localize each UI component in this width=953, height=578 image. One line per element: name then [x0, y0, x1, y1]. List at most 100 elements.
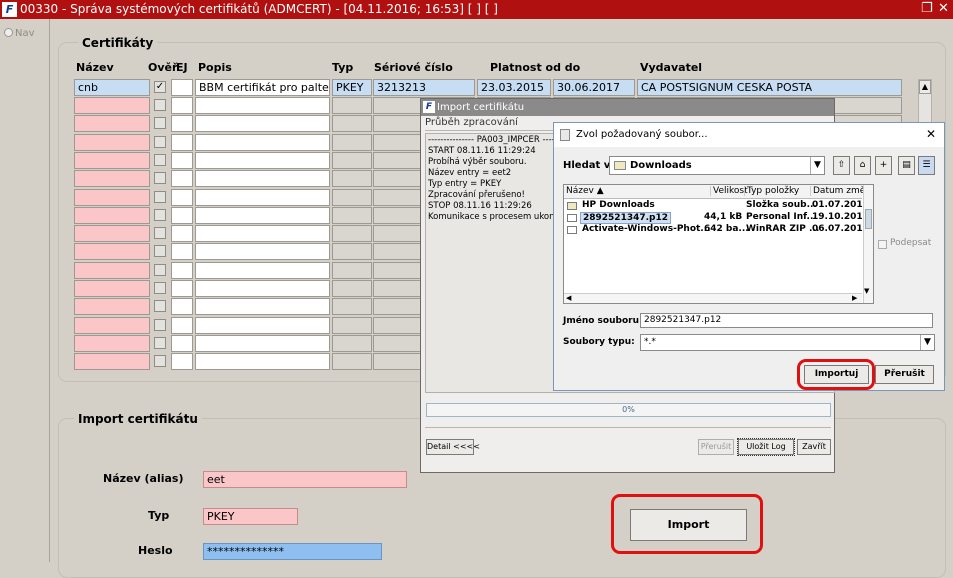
filename-input[interactable]: 2892521347.p12 — [640, 313, 933, 328]
vscroll-thumb[interactable] — [865, 209, 872, 229]
col-type[interactable]: Typ položky — [744, 186, 799, 196]
cell-ej[interactable] — [171, 115, 193, 133]
cell-typ[interactable] — [332, 151, 372, 169]
cell-nazev[interactable] — [74, 225, 150, 243]
row1-nazev[interactable]: cnb — [74, 79, 150, 96]
over-checkbox[interactable] — [154, 355, 166, 368]
row1-ej[interactable] — [171, 79, 193, 96]
cell-ej[interactable] — [171, 261, 193, 279]
cell-typ[interactable] — [332, 170, 372, 188]
cell-popis[interactable] — [195, 353, 330, 371]
cell-typ[interactable] — [332, 225, 372, 243]
row1-platnost-od[interactable]: 23.03.2015 — [477, 79, 551, 96]
cell-ej[interactable] — [171, 151, 193, 169]
cell-typ[interactable] — [332, 353, 372, 371]
cell-ej[interactable] — [171, 353, 193, 371]
file-list-vscroll[interactable]: ▼ — [863, 185, 873, 303]
cell-ej[interactable] — [171, 133, 193, 151]
cell-ej[interactable] — [171, 97, 193, 114]
nav-toggle[interactable]: Nav — [4, 28, 35, 39]
cell-ej[interactable] — [171, 316, 193, 334]
cell-typ[interactable] — [332, 115, 372, 133]
cell-ej[interactable] — [171, 170, 193, 188]
over-checkbox[interactable] — [154, 172, 166, 185]
filetype-combo[interactable]: *.* ▼ — [640, 334, 935, 351]
cell-typ[interactable] — [332, 298, 372, 316]
cell-nazev[interactable] — [74, 316, 150, 334]
cell-popis[interactable] — [195, 243, 330, 261]
cell-ej[interactable] — [171, 225, 193, 243]
cell-popis[interactable] — [195, 188, 330, 206]
look-in-combo[interactable]: Downloads ▼ — [609, 156, 825, 175]
new-folder-icon[interactable]: + — [875, 156, 892, 175]
row1-typ[interactable]: PKEY — [332, 79, 372, 96]
file-row[interactable]: Activate-Windows-Phot... 642 ba... WinRAR … — [564, 224, 869, 236]
chevron-down-icon[interactable]: ▼ — [810, 157, 824, 174]
over-checkbox[interactable] — [154, 190, 166, 203]
cell-nazev[interactable] — [74, 206, 150, 224]
cell-nazev[interactable] — [74, 334, 150, 352]
chevron-left-icon[interactable]: ◀ — [566, 294, 571, 302]
cell-nazev[interactable] — [74, 151, 150, 169]
home-icon[interactable]: ⌂ — [854, 156, 871, 175]
row1-popis[interactable]: BBM certifikát pro paltební př — [195, 79, 330, 96]
details-view-icon[interactable]: ☰ — [918, 156, 935, 175]
up-folder-icon[interactable]: ⇧ — [833, 156, 850, 175]
row1-over-checkbox[interactable]: ✓ — [154, 81, 166, 93]
scroll-up-icon[interactable]: ▲ — [919, 80, 931, 94]
cell-nazev[interactable] — [74, 188, 150, 206]
prerusit-button[interactable]: Přerušit — [698, 439, 734, 455]
cell-nazev[interactable] — [74, 298, 150, 316]
col-date[interactable]: Datum změ — [810, 186, 865, 196]
importuj-button[interactable]: Importuj — [804, 365, 869, 384]
ulozit-log-button[interactable]: Uložit Log — [737, 438, 795, 456]
cell-popis[interactable] — [195, 151, 330, 169]
cell-typ[interactable] — [332, 97, 372, 114]
cell-nazev[interactable] — [74, 115, 150, 133]
over-checkbox[interactable] — [154, 318, 166, 331]
cell-nazev[interactable] — [74, 280, 150, 297]
over-checkbox[interactable] — [154, 300, 166, 313]
cell-popis[interactable] — [195, 298, 330, 316]
cell-ej[interactable] — [171, 243, 193, 261]
cell-nazev[interactable] — [74, 170, 150, 188]
cell-typ[interactable] — [332, 133, 372, 151]
col-size[interactable]: Velikost — [710, 186, 748, 196]
restore-icon[interactable]: ❐ — [921, 1, 933, 16]
file-list[interactable]: Název ▲ Velikost Typ položky Datum změ H… — [563, 184, 874, 304]
cell-popis[interactable] — [195, 334, 330, 352]
cell-typ[interactable] — [332, 188, 372, 206]
cell-ej[interactable] — [171, 280, 193, 297]
over-checkbox[interactable] — [154, 117, 166, 130]
over-checkbox[interactable] — [154, 227, 166, 240]
list-view-icon[interactable]: ▤ — [898, 156, 915, 175]
cell-popis[interactable] — [195, 97, 330, 114]
over-checkbox[interactable] — [154, 153, 166, 166]
over-checkbox[interactable] — [154, 208, 166, 221]
over-checkbox[interactable] — [154, 135, 166, 148]
cell-popis[interactable] — [195, 115, 330, 133]
cell-ej[interactable] — [171, 206, 193, 224]
cell-typ[interactable] — [332, 316, 372, 334]
col-name[interactable]: Název ▲ — [566, 186, 604, 196]
cell-nazev[interactable] — [74, 133, 150, 151]
over-checkbox[interactable] — [154, 336, 166, 349]
close-icon[interactable]: ✕ — [926, 127, 936, 141]
file-name[interactable]: 2892521347.p12 — [580, 212, 672, 224]
cell-popis[interactable] — [195, 206, 330, 224]
cell-nazev[interactable] — [74, 261, 150, 279]
file-row[interactable]: HP Downloads Složka soub... 01.07.2016 — [564, 200, 869, 212]
cell-popis[interactable] — [195, 316, 330, 334]
file-prerusit-button[interactable]: Přerušit — [875, 365, 934, 384]
over-checkbox[interactable] — [154, 282, 166, 294]
file-row[interactable]: 2892521347.p12 44,1 kB Personal Inf... 19.1… — [564, 212, 869, 224]
over-checkbox[interactable] — [154, 245, 166, 258]
cell-popis[interactable] — [195, 170, 330, 188]
cell-popis[interactable] — [195, 280, 330, 297]
cell-typ[interactable] — [332, 206, 372, 224]
file-name[interactable]: Activate-Windows-Phot... — [580, 224, 713, 234]
file-list-hscroll[interactable]: ◀ ▶ — [564, 293, 862, 303]
file-name[interactable]: HP Downloads — [580, 200, 657, 210]
row1-platnost-do[interactable]: 30.06.2017 — [553, 79, 635, 96]
cell-nazev[interactable] — [74, 243, 150, 261]
